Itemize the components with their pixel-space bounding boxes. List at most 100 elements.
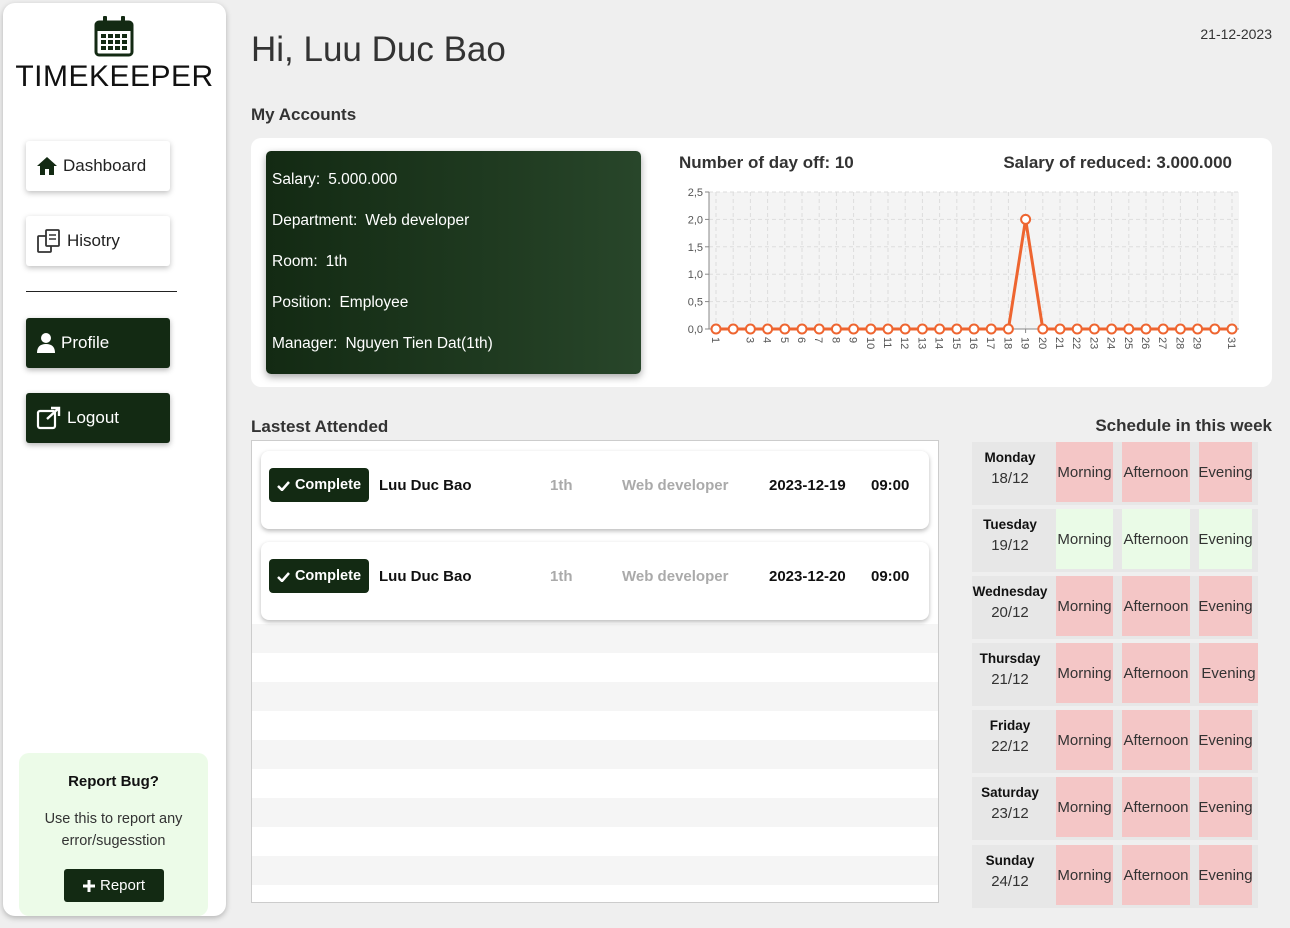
slot-evening[interactable]: Evening bbox=[1198, 576, 1253, 636]
schedule-row-tuesday: Tuesday 19/12 Morning Afternoon Evening bbox=[972, 509, 1258, 572]
x-tick-label: 15 bbox=[950, 337, 962, 349]
salary-reduced-stat: Salary of reduced: 3.000.000 bbox=[1003, 153, 1232, 172]
nav-dashboard-label: Dashboard bbox=[63, 156, 147, 175]
x-tick-label: 6 bbox=[795, 337, 807, 343]
data-point bbox=[934, 323, 946, 335]
account-field-department: Department: Web developer bbox=[272, 212, 470, 229]
slot-afternoon[interactable]: Afternoon bbox=[1122, 777, 1190, 837]
slot-morning[interactable]: Morning bbox=[1056, 643, 1113, 703]
report-button[interactable]: Report bbox=[63, 869, 164, 902]
nav-dashboard-button[interactable]: Dashboard bbox=[26, 141, 170, 191]
schedule-row-wednesday: Wednesday 20/12 Morning Afternoon Evening bbox=[972, 576, 1258, 639]
attended-list: Complete Luu Duc Bao 1th Web developer 2… bbox=[251, 440, 939, 903]
y-tick-label: 0,5 bbox=[688, 297, 703, 309]
x-tick-label: 10 bbox=[864, 337, 876, 349]
nav-history-button[interactable]: Hisotry bbox=[26, 216, 170, 266]
nav-logout-button[interactable]: Logout bbox=[26, 393, 170, 443]
slot-morning[interactable]: Morning bbox=[1056, 845, 1113, 905]
x-tick-label: 26 bbox=[1139, 337, 1151, 349]
attended-row[interactable]: Complete Luu Duc Bao 1th Web developer 2… bbox=[261, 542, 929, 620]
nav-profile-button[interactable]: Profile bbox=[26, 318, 170, 368]
slot-evening[interactable]: Evening bbox=[1198, 845, 1253, 905]
check-icon bbox=[277, 480, 290, 491]
data-point bbox=[916, 323, 928, 335]
data-point bbox=[1192, 323, 1204, 335]
data-point bbox=[727, 323, 739, 335]
slot-afternoon[interactable]: Afternoon bbox=[1122, 845, 1190, 905]
data-point bbox=[813, 323, 825, 335]
data-point bbox=[796, 323, 808, 335]
schedule-day-date: 22/12 bbox=[991, 738, 1029, 755]
schedule-day-name: Saturday bbox=[981, 785, 1039, 800]
x-tick-label: 19 bbox=[1019, 337, 1031, 349]
schedule-row-sunday: Sunday 24/12 Morning Afternoon Evening bbox=[972, 845, 1258, 908]
slot-morning[interactable]: Morning bbox=[1056, 576, 1113, 636]
x-tick-label: 23 bbox=[1087, 337, 1099, 349]
slot-morning[interactable]: Morning bbox=[1056, 442, 1113, 502]
schedule-row-friday: Friday 22/12 Morning Afternoon Evening bbox=[972, 710, 1258, 773]
attended-department: Web developer bbox=[622, 568, 729, 585]
slot-evening[interactable]: Evening bbox=[1198, 777, 1253, 837]
report-button-label: Report bbox=[99, 877, 146, 894]
attended-row[interactable]: Complete Luu Duc Bao 1th Web developer 2… bbox=[261, 451, 929, 529]
x-tick-label: 25 bbox=[1122, 337, 1134, 349]
greeting: Hi, Luu Duc Bao bbox=[251, 30, 506, 69]
x-tick-label: 7 bbox=[812, 337, 824, 343]
slot-evening[interactable]: Evening bbox=[1198, 710, 1253, 770]
x-tick-label: 12 bbox=[898, 337, 910, 349]
home-icon bbox=[37, 157, 57, 175]
slot-evening[interactable]: Evening bbox=[1199, 643, 1258, 703]
schedule-day: Friday 22/12 bbox=[972, 710, 1048, 773]
slot-evening[interactable]: Evening bbox=[1198, 442, 1253, 502]
slot-afternoon[interactable]: Afternoon bbox=[1122, 509, 1190, 569]
data-point bbox=[1174, 323, 1186, 335]
schedule-day: Wednesday 20/12 bbox=[972, 576, 1048, 639]
slot-afternoon[interactable]: Afternoon bbox=[1122, 643, 1190, 703]
data-point bbox=[1209, 323, 1221, 335]
schedule-day: Monday 18/12 bbox=[972, 442, 1048, 505]
x-tick-label: 16 bbox=[967, 337, 979, 349]
data-point bbox=[1037, 323, 1049, 335]
x-tick-label: 8 bbox=[829, 337, 841, 343]
slot-afternoon[interactable]: Afternoon bbox=[1122, 576, 1190, 636]
x-tick-label: 18 bbox=[1001, 337, 1013, 349]
slot-afternoon[interactable]: Afternoon bbox=[1122, 442, 1190, 502]
schedule-day: Saturday 23/12 bbox=[972, 777, 1048, 840]
slot-morning[interactable]: Morning bbox=[1056, 710, 1113, 770]
data-point bbox=[951, 323, 963, 335]
day-off-stat: Number of day off: 10 bbox=[679, 153, 854, 172]
attended-department: Web developer bbox=[622, 477, 729, 494]
x-tick-label: 28 bbox=[1173, 337, 1185, 349]
data-point bbox=[882, 323, 894, 335]
slot-morning[interactable]: Morning bbox=[1056, 777, 1113, 837]
slot-evening[interactable]: Evening bbox=[1198, 509, 1253, 569]
nav-history-label: Hisotry bbox=[67, 231, 120, 250]
slot-afternoon[interactable]: Afternoon bbox=[1122, 710, 1190, 770]
calendar-icon bbox=[94, 16, 134, 57]
account-field-salary: Salary: 5.000.000 bbox=[272, 171, 398, 188]
data-point bbox=[1157, 323, 1169, 335]
data-point bbox=[985, 323, 997, 335]
schedule-day-name: Monday bbox=[984, 450, 1036, 465]
report-description: Use this to report any error/sugesstion bbox=[44, 811, 183, 849]
data-point bbox=[1106, 323, 1118, 335]
schedule-day-date: 24/12 bbox=[991, 873, 1029, 890]
user-icon bbox=[37, 333, 55, 353]
brand-title: TIMEKEEPER bbox=[15, 60, 214, 93]
schedule-day-date: 18/12 bbox=[991, 470, 1029, 487]
schedule-day: Sunday 24/12 bbox=[972, 845, 1048, 908]
data-point bbox=[1088, 323, 1100, 335]
schedule-day-date: 21/12 bbox=[991, 671, 1029, 688]
plus-icon bbox=[82, 879, 95, 892]
schedule-day-name: Thursday bbox=[979, 651, 1041, 666]
account-field-manager: Manager: Nguyen Tien Dat(1th) bbox=[272, 335, 493, 352]
slot-morning[interactable]: Morning bbox=[1056, 509, 1113, 569]
sidebar-divider bbox=[26, 291, 177, 292]
account-field-position: Position: Employee bbox=[272, 294, 409, 311]
data-point bbox=[1054, 323, 1066, 335]
documents-icon bbox=[37, 229, 60, 253]
y-tick-label: 2,0 bbox=[688, 214, 703, 226]
schedule-day-name: Friday bbox=[989, 718, 1031, 733]
schedule-day-name: Tuesday bbox=[983, 517, 1037, 532]
y-tick-label: 1,5 bbox=[688, 242, 703, 254]
